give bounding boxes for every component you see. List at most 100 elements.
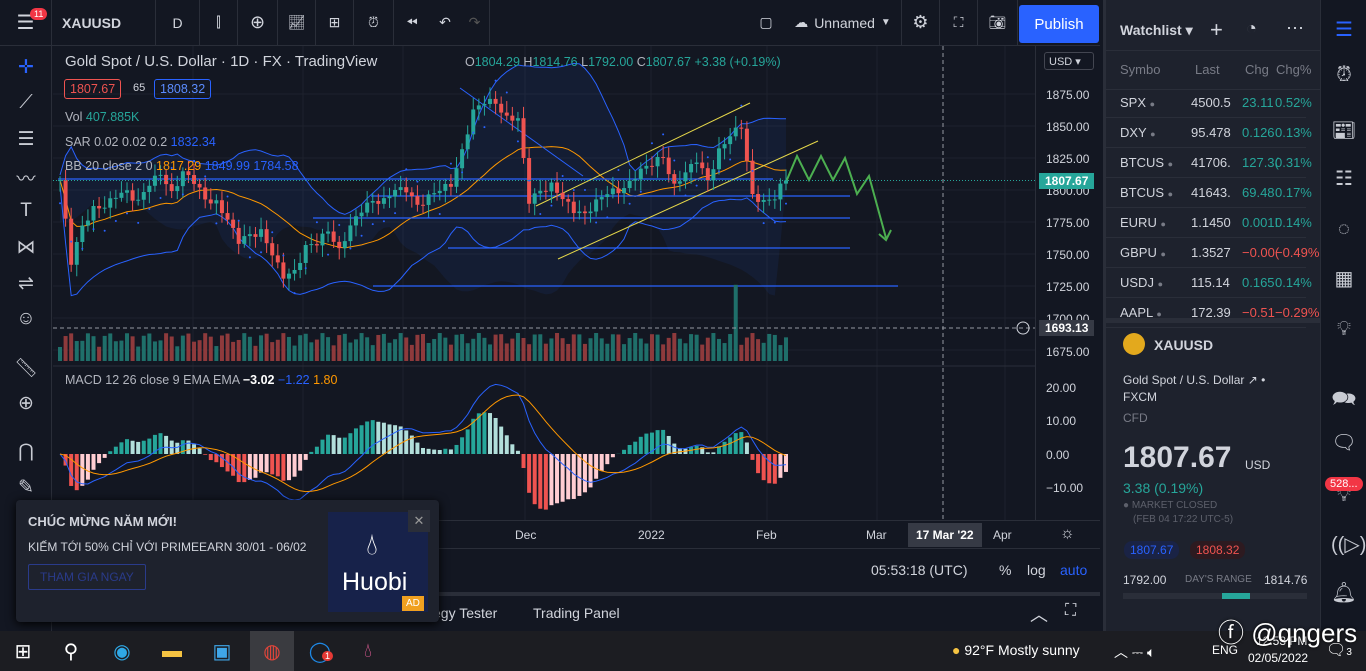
add-symbol-icon[interactable]: + (1210, 17, 1223, 43)
watchlist-row[interactable]: BTCUS ● 41706. 127.3(0.31% (1106, 148, 1312, 178)
indicators-button[interactable]: 📈︎ (278, 0, 316, 46)
menu-button[interactable]: ☰ 11 (0, 0, 52, 46)
interval-button[interactable]: D (156, 0, 200, 46)
crosshair-icon[interactable]: ✛ (12, 56, 40, 80)
zoom-in-icon[interactable]: ⊕ (12, 392, 40, 416)
lock-drawings-icon[interactable]: ✎ (12, 476, 40, 500)
col-chg[interactable]: Chg (1245, 62, 1269, 77)
tab-strategy-tester[interactable]: egy Tester (433, 605, 497, 621)
sell-button[interactable]: 1807.67 (64, 79, 122, 99)
col-last[interactable]: Last (1195, 62, 1220, 77)
candle (130, 190, 135, 201)
fib-icon[interactable]: ☰ (12, 128, 40, 152)
advanced-view-icon[interactable]: ◔ (1246, 18, 1257, 39)
text-icon[interactable]: T (12, 200, 40, 224)
watchlist-row[interactable]: DXY ● 95.478 0.126 0.13% (1106, 118, 1312, 148)
tray-icons[interactable]: ︿ ⎓ 🔈︎ (1114, 642, 1155, 662)
ideas-icon[interactable]: 💡︎ (1331, 318, 1357, 344)
watchlist-row[interactable]: AAPL ● 172.39 −0.51 −0.29% (1106, 298, 1319, 328)
watchlist-title[interactable]: Watchlist ▾ (1120, 22, 1193, 39)
snapshot-button[interactable]: 📷︎ (978, 0, 1018, 46)
undo-button[interactable]: ↶ (430, 0, 460, 46)
chrome-icon[interactable]: ◍ (250, 631, 294, 671)
trend-line-icon[interactable]: ⟋ (12, 92, 40, 116)
col-chgpct[interactable]: Chg% (1276, 62, 1311, 77)
log-toggle[interactable]: log (1027, 562, 1046, 578)
weather-widget[interactable]: ● 92°F Mostly sunny (952, 642, 1080, 658)
alert-button[interactable]: ⏰︎ (354, 0, 394, 46)
magnet-icon[interactable]: ⋂ (12, 440, 40, 464)
more-icon[interactable]: ⋯ (1286, 18, 1304, 39)
ask-price[interactable]: 1808.32 (1190, 541, 1246, 559)
volume-bar (214, 346, 219, 361)
candle (108, 198, 113, 208)
chart-settings-icon[interactable]: ☼ (1060, 525, 1075, 543)
watchlist-icon[interactable]: ☰ (1331, 17, 1357, 43)
templates-button[interactable]: ⊞ (316, 0, 354, 46)
watchlist-row[interactable]: BTCUS ● 41643. 69.48 0.17% (1106, 178, 1312, 208)
watchlist-row[interactable]: SPX ● 4500.5 23.11 0.52% (1106, 88, 1312, 118)
currency-select[interactable]: USD ▾ (1044, 52, 1094, 70)
control-panel-icon[interactable]: ▣ (207, 637, 237, 665)
fullscreen-button[interactable]: ⛶ (940, 0, 978, 46)
edge-icon[interactable]: ◉ (107, 637, 137, 665)
app-drop-icon[interactable]: 💧︎ (353, 637, 383, 665)
tab-trading-panel[interactable]: Trading Panel (533, 605, 620, 621)
add-indicator-button[interactable]: ⊕ (238, 0, 278, 46)
maximize-icon[interactable]: ⛶ (1065, 602, 1076, 620)
watchlist-row[interactable]: USDJ ● 115.14 0.165 0.14% (1106, 268, 1312, 298)
volume-bar (320, 333, 325, 361)
day-range-bar (1123, 593, 1307, 599)
percent-toggle[interactable]: % (999, 562, 1011, 578)
ruler-icon[interactable]: 📏︎ (12, 356, 40, 380)
candle (409, 192, 414, 197)
notifications-bell-icon[interactable]: 🔔︎ (1331, 580, 1357, 606)
alarm-clock-icon[interactable]: ⏰︎ (1331, 64, 1357, 90)
news-icon[interactable]: 📰︎ (1331, 118, 1357, 144)
prediction-icon[interactable]: ⇌ (12, 272, 40, 296)
layout-button[interactable]: ▢ (748, 0, 784, 46)
macd-histogram-bar (504, 435, 509, 454)
replay-button[interactable]: ⏪︎ (394, 0, 430, 46)
macd-histogram-bar (527, 454, 532, 493)
price-chart[interactable] (53, 46, 1035, 520)
sar-dot (717, 170, 720, 173)
layout-name-button[interactable]: ☁︎ Unnamed ▼ (784, 0, 902, 46)
sar-dot (371, 223, 374, 226)
emoji-icon[interactable]: ☺ (12, 308, 40, 332)
pattern-icon[interactable]: ⋈ (12, 236, 40, 260)
macd-histogram-bar (555, 454, 560, 504)
sar-dot (427, 216, 430, 219)
broadcast-icon[interactable]: ((▷)) (1331, 532, 1366, 558)
watchlist-row[interactable]: GBPU ● 1.3527 −0.00(−0.49% (1106, 238, 1319, 268)
windows-start-icon[interactable]: ⊞ (8, 637, 38, 665)
bar-style-button[interactable]: ⫿ (200, 0, 238, 46)
chat-icon[interactable]: 🗨︎ (1331, 430, 1357, 456)
symbol-search[interactable]: XAUUSD (52, 0, 156, 46)
redo-button[interactable]: ↷ (460, 0, 490, 46)
publish-button[interactable]: Publish (1019, 5, 1099, 43)
chats-icon[interactable]: 🗪 (1331, 384, 1357, 410)
clock-date[interactable]: 02/05/2022 (1248, 651, 1308, 665)
buy-button[interactable]: 1808.32 (154, 79, 212, 99)
auto-toggle[interactable]: auto (1060, 562, 1087, 578)
candle (253, 234, 258, 237)
price-axis[interactable]: USD ▾ 1875.00 1850.00 1825.00 1800.00 17… (1035, 46, 1100, 520)
brush-icon[interactable]: 〰 (12, 164, 40, 190)
ad-cta-button[interactable]: THAM GIA NGAY (28, 564, 146, 590)
data-window-icon[interactable]: ☷ (1331, 166, 1357, 192)
candle (689, 164, 694, 173)
search-icon[interactable]: ⚲ (56, 637, 86, 665)
bid-price[interactable]: 1807.67 (1124, 541, 1180, 559)
chevron-up-icon[interactable]: ︿ (1030, 601, 1048, 627)
details-name[interactable]: Gold Spot / U.S. Dollar ↗ • (1123, 373, 1265, 387)
settings-button[interactable]: ⚙︎ (902, 0, 940, 46)
volume-bar (733, 284, 738, 361)
file-explorer-icon[interactable]: ▬ (157, 637, 187, 665)
col-symbol[interactable]: Symbo (1120, 62, 1160, 77)
calendar-icon[interactable]: ▦ (1331, 266, 1357, 292)
close-ad-button[interactable]: ✕ (408, 510, 430, 532)
watchlist-row[interactable]: EURU ● 1.1450 0.001! 0.14% (1106, 208, 1312, 238)
zalo-icon[interactable]: ◯ 1 (305, 637, 335, 665)
hotlist-icon[interactable]: ◌ (1331, 218, 1357, 244)
